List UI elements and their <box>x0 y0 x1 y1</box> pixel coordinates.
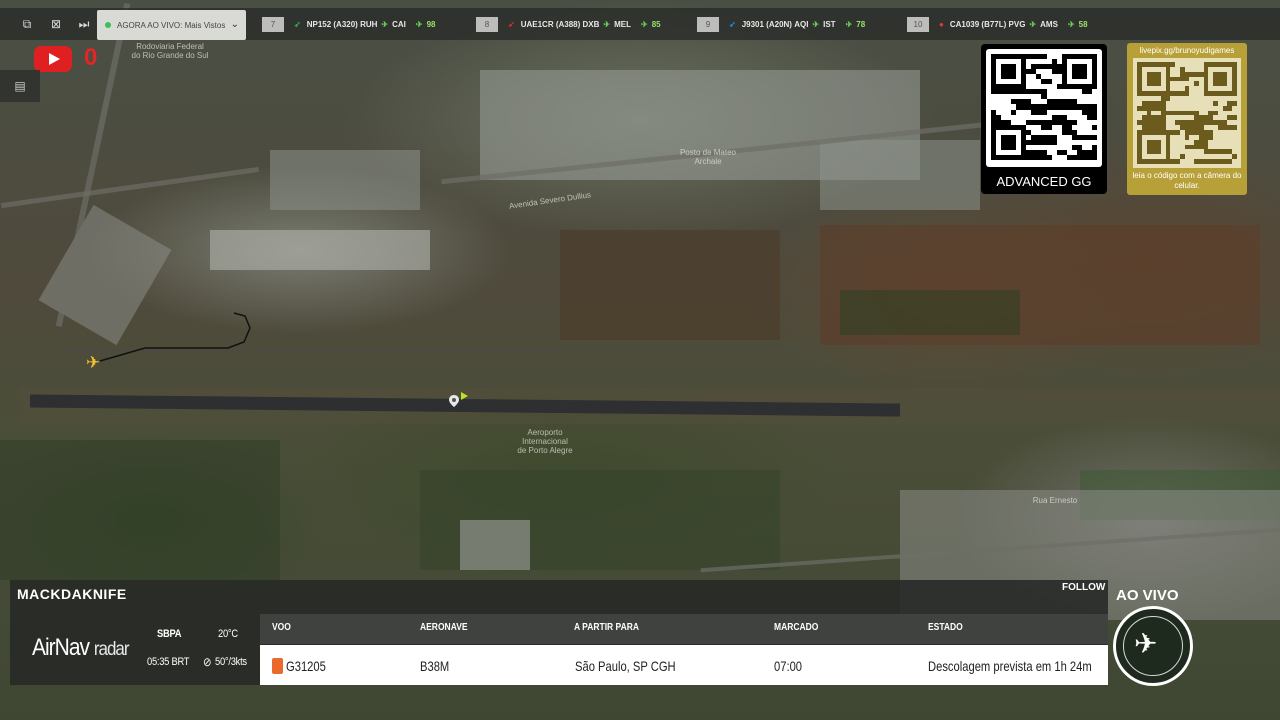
airline-mark-icon: ➶ <box>729 20 736 29</box>
brand-sub: radar <box>93 637 130 660</box>
airport-code: SBPA <box>157 628 182 640</box>
live-badge: AO VIVO <box>1116 587 1179 604</box>
ticker-from: DXB <box>582 20 600 29</box>
ticker-value: 58 <box>1078 20 1088 29</box>
ticker-from: RUH <box>360 20 378 29</box>
col-scheduled: MARCADO <box>774 622 819 633</box>
chevron-down-icon: ⌄ <box>230 19 239 30</box>
advanced-gg-label: ADVANCED GG <box>996 174 1092 189</box>
viewers-icon: ✈ <box>641 20 648 29</box>
airline-mark-icon: ➶ <box>508 20 515 29</box>
viewers-icon: ✈ <box>415 20 423 29</box>
plane-emblem-icon: ✈ <box>1134 628 1158 659</box>
ticker-item[interactable]: 8 ➶ UAE1CR (A388) DXB ✈ MEL ✈ 85 <box>476 17 661 32</box>
close-panel-icon[interactable]: ⊠ <box>48 16 64 32</box>
col-destination: A PARTIR PARA <box>574 622 640 633</box>
ticker-flight: J9301 (A20N) <box>741 20 792 29</box>
col-status: ESTADO <box>928 622 963 633</box>
cell-destination: São Paulo, SP CGH <box>575 658 676 674</box>
cell-flight: G31205 <box>286 658 326 674</box>
cell-scheduled: 07:00 <box>774 658 803 674</box>
col-flight: VOO <box>272 622 291 633</box>
ticker-item[interactable]: 10 ● CA1039 (B77L) PVG ✈ AMS ✈ 58 <box>907 17 1088 32</box>
follow-button[interactable]: FOLLOW <box>1062 582 1105 593</box>
ticker-from: AQI <box>794 20 809 29</box>
ticker-item[interactable]: 7 ➶ NP152 (A320) RUH ✈ CAI ✈ 98 <box>262 17 436 32</box>
ticker-to: MEL <box>614 20 631 29</box>
cell-aircraft: B38M <box>420 658 450 674</box>
ticker-flight: CA1039 (B77L) <box>949 20 1007 29</box>
ticker-from: PVG <box>1008 20 1026 29</box>
livepix-caption: leia o código com a câmera do celular. <box>1132 171 1242 190</box>
plane-icon: ✈ <box>381 20 389 29</box>
aircraft-icon[interactable]: ✈ <box>86 354 100 371</box>
ticker-value: 85 <box>651 20 661 29</box>
airline-logo-icon <box>272 658 283 674</box>
channel-emblem: ✈ <box>1113 606 1193 686</box>
ticker-flight: UAE1CR (A388) <box>520 20 581 29</box>
location-pin-icon[interactable] <box>449 395 459 407</box>
wind: 50°/3kts <box>215 656 247 668</box>
temperature: 20°C <box>218 628 238 640</box>
youtube-count: 0 <box>84 44 98 71</box>
local-time: 05:35 BRT <box>147 656 190 668</box>
airline-mark-icon: ➶ <box>294 20 301 29</box>
col-aircraft: AERONAVE <box>420 622 468 633</box>
direction-arrow-icon <box>461 392 468 400</box>
qr-code <box>1133 58 1241 168</box>
airnav-logo: AirNav radar <box>32 634 130 662</box>
youtube-icon[interactable] <box>34 46 72 72</box>
plane-icon: ✈ <box>812 20 820 29</box>
livepix-url: livepix.gg/brunoyudigames <box>1139 46 1235 55</box>
ticker-flight: NP152 (A320) <box>306 20 358 29</box>
ticker-value: 78 <box>856 20 866 29</box>
cell-status: Descolagem prevista em 1h 24m <box>928 658 1092 674</box>
viewers-icon: ✈ <box>845 20 853 29</box>
brand-main: AirNav <box>32 634 90 661</box>
ticker-to: IST <box>823 20 836 29</box>
ticker-to: AMS <box>1040 20 1058 29</box>
sidebar-toggle-icon[interactable]: ⧉ <box>19 16 35 32</box>
ticker-to: CAI <box>392 20 406 29</box>
plane-icon: ✈ <box>1029 20 1037 29</box>
qr-code <box>986 49 1102 167</box>
plane-icon: ✈ <box>603 20 611 29</box>
ticker-rank: 9 <box>697 17 719 32</box>
live-dot-icon <box>105 22 111 28</box>
wind-icon: ⊘ <box>203 655 212 669</box>
live-now-dropdown[interactable]: AGORA AO VIVO: Mais Vistos ⌄ <box>97 10 246 40</box>
list-panel-icon[interactable]: ▤ <box>0 70 40 102</box>
top-bar: ⧉ ⊠ ⏭ AGORA AO VIVO: Mais Vistos ⌄ 7 ➶ N… <box>0 8 1280 40</box>
live-label: AGORA AO VIVO <box>117 20 181 30</box>
ticker-value: 98 <box>426 20 436 29</box>
ticker-rank: 8 <box>476 17 498 32</box>
ticker-rank: 10 <box>907 17 929 32</box>
ticker-rank: 7 <box>262 17 284 32</box>
operator-name: MACKDAKNIFE <box>17 586 127 602</box>
table-header <box>260 614 1108 644</box>
viewers-icon: ✈ <box>1067 20 1075 29</box>
ticker-item[interactable]: 9 ➶ J9301 (A20N) AQI ✈ IST ✈ 78 <box>697 17 865 32</box>
next-icon[interactable]: ⏭ <box>76 16 92 32</box>
airline-mark-icon: ● <box>939 20 944 29</box>
live-sublabel: Mais Vistos <box>184 20 226 30</box>
